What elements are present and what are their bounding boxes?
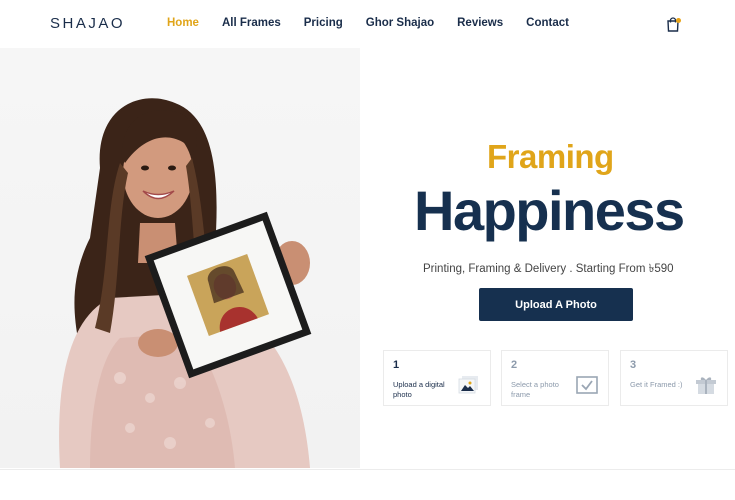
site-header: SHAJAO Home All Frames Pricing Ghor Shaj… [0, 0, 735, 48]
step-label: Upload a digital photo [393, 380, 445, 399]
upload-photo-button[interactable]: Upload A Photo [479, 288, 633, 321]
section-divider [0, 469, 735, 470]
hero-title-accent: Framing [487, 138, 614, 175]
nav-home[interactable]: Home [167, 17, 199, 29]
brand-logo[interactable]: SHAJAO [50, 15, 125, 32]
nav-all-frames[interactable]: All Frames [222, 17, 281, 29]
step-card-upload[interactable]: 1 Upload a digital photo [383, 350, 491, 406]
step-number: 1 [393, 359, 400, 371]
gift-box-icon [696, 377, 716, 394]
woman-holding-frame-illustration [59, 98, 312, 468]
main-nav: Home All Frames Pricing Ghor Shajao Revi… [167, 17, 592, 29]
hero-title: Happiness [414, 179, 685, 242]
hero-subtitle: Printing, Framing & Delivery . Starting … [423, 263, 674, 275]
cart-badge [676, 18, 681, 23]
step-label: Get it Framed :) [630, 380, 683, 389]
step-number: 3 [630, 359, 637, 371]
step-number: 2 [511, 359, 518, 371]
nav-reviews[interactable]: Reviews [457, 17, 503, 29]
step-card-framed[interactable]: 3 Get it Framed :) [620, 350, 728, 406]
frame-check-icon [576, 376, 598, 394]
nav-pricing[interactable]: Pricing [304, 17, 343, 29]
hero-image [0, 48, 360, 468]
nav-contact[interactable]: Contact [526, 17, 569, 29]
step-card-select[interactable]: 2 Select a photo frame [501, 350, 609, 406]
nav-ghor-shajao[interactable]: Ghor Shajao [366, 17, 434, 29]
photo-upload-icon [458, 376, 478, 394]
step-label: Select a photo frame [511, 380, 559, 399]
